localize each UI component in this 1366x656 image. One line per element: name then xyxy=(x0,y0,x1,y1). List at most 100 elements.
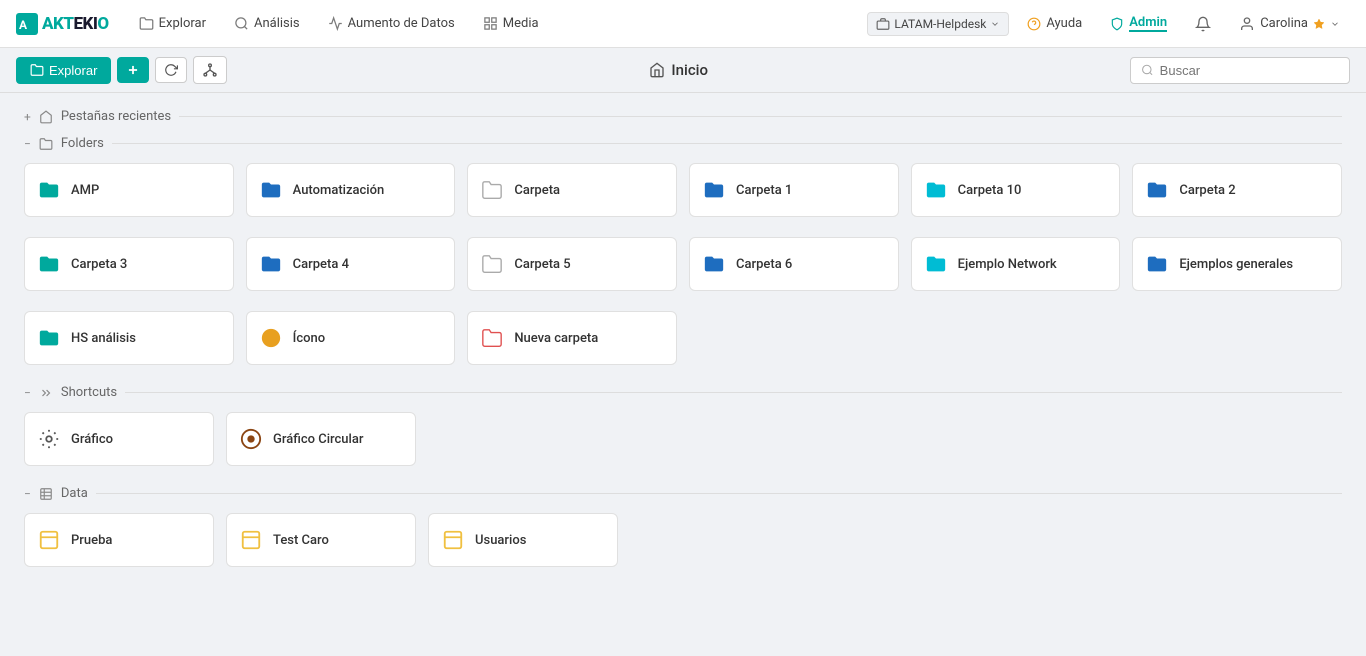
explorar-bar: Explorar Inicio xyxy=(0,48,1366,93)
data-usuarios[interactable]: Usuarios xyxy=(428,513,618,567)
folder-carpeta3[interactable]: Carpeta 3 xyxy=(24,237,234,291)
data-toggle[interactable]: − xyxy=(24,487,31,501)
logo-text: AKTEKIO xyxy=(42,14,109,34)
folder-carpeta6[interactable]: Carpeta 6 xyxy=(689,237,899,291)
folder-carpeta5[interactable]: Carpeta 5 xyxy=(467,237,677,291)
help-icon xyxy=(1027,17,1041,31)
shortcut-grafico-circular-icon xyxy=(239,427,263,451)
folder-amp[interactable]: AMP xyxy=(24,163,234,217)
nav-analisis-label: Análisis xyxy=(254,16,300,31)
folder-carpeta3-label: Carpeta 3 xyxy=(71,257,127,272)
data-row: Prueba Test Caro Usuarios xyxy=(24,513,1342,567)
data-icon xyxy=(39,487,53,501)
folder-nueva-carpeta[interactable]: Nueva carpeta xyxy=(467,311,677,365)
folder-carpeta3-icon xyxy=(37,252,61,276)
folder-carpeta2[interactable]: Carpeta 2 xyxy=(1132,163,1342,217)
ayuda-badge[interactable]: Ayuda xyxy=(1017,11,1092,36)
data-prueba-icon xyxy=(37,528,61,552)
folder-hs-analisis[interactable]: HS análisis xyxy=(24,311,234,365)
recent-tabs-toggle[interactable]: + xyxy=(24,110,31,124)
latam-helpdesk-badge[interactable]: LATAM-Helpdesk xyxy=(867,12,1009,36)
nav-media-label: Media xyxy=(503,16,539,31)
data-test-caro[interactable]: Test Caro xyxy=(226,513,416,567)
folders-row-2: Carpeta 3 Carpeta 4 Carpeta 5 Carpeta 6 … xyxy=(24,237,1342,291)
folder-icono-label: Ícono xyxy=(293,331,325,346)
refresh-icon xyxy=(164,63,178,77)
folder-carpeta1[interactable]: Carpeta 1 xyxy=(689,163,899,217)
folder-carpeta4[interactable]: Carpeta 4 xyxy=(246,237,456,291)
folder-carpeta10-icon xyxy=(924,178,948,202)
folder-nueva-carpeta-label: Nueva carpeta xyxy=(514,331,598,346)
user-name: Carolina xyxy=(1260,16,1308,31)
explorar-button[interactable]: Explorar xyxy=(16,57,111,84)
data-label: Data xyxy=(61,486,88,501)
folder-section-icon xyxy=(39,137,53,151)
user-icon xyxy=(1239,16,1255,32)
folder-ejemplos-generales-label: Ejemplos generales xyxy=(1179,257,1293,272)
shortcut-grafico-label: Gráfico xyxy=(71,432,113,447)
shortcut-grafico-circular[interactable]: Gráfico Circular xyxy=(226,412,416,466)
folders-label: Folders xyxy=(61,136,104,151)
search-input[interactable] xyxy=(1160,63,1339,78)
folder-carpeta2-label: Carpeta 2 xyxy=(1179,183,1235,198)
admin-label: Admin xyxy=(1129,15,1167,32)
recent-tabs-label: Pestañas recientes xyxy=(61,109,171,124)
data-usuarios-label: Usuarios xyxy=(475,533,526,548)
logo: A AKTEKIO xyxy=(16,13,109,35)
shortcuts-section-header: − Shortcuts xyxy=(24,385,1342,400)
shortcuts-row: Gráfico Gráfico Circular xyxy=(24,412,1342,466)
folder-ejemplos-generales[interactable]: Ejemplos generales xyxy=(1132,237,1342,291)
data-section-header: − Data xyxy=(24,486,1342,501)
shortcut-grafico[interactable]: Gráfico xyxy=(24,412,214,466)
data-prueba[interactable]: Prueba xyxy=(24,513,214,567)
nav-aumento-datos[interactable]: Aumento de Datos xyxy=(318,10,465,37)
folder-carpeta[interactable]: Carpeta xyxy=(467,163,677,217)
folder-icono[interactable]: Ícono xyxy=(246,311,456,365)
folder-automatizacion-label: Automatización xyxy=(293,183,385,198)
divider xyxy=(179,116,1342,117)
divider xyxy=(96,493,1342,494)
shortcut-grafico-circular-label: Gráfico Circular xyxy=(273,432,363,447)
plus-icon xyxy=(126,63,140,77)
folder-automatizacion-icon xyxy=(259,178,283,202)
folder-carpeta10[interactable]: Carpeta 10 xyxy=(911,163,1121,217)
folders-row-1: AMP Automatización Carpeta Carpeta 1 Car… xyxy=(24,163,1342,217)
data-test-caro-label: Test Caro xyxy=(273,533,329,548)
nav-media[interactable]: Media xyxy=(473,10,549,37)
chart-nav-icon xyxy=(328,16,343,31)
folder-carpeta4-icon xyxy=(259,252,283,276)
nav-analisis[interactable]: Análisis xyxy=(224,10,310,37)
top-navigation: A AKTEKIO Explorar Análisis Aumento de D… xyxy=(0,0,1366,48)
user-profile[interactable]: Carolina xyxy=(1229,11,1350,37)
page-title: Inicio xyxy=(227,61,1130,79)
explorar-btn-label: Explorar xyxy=(49,63,97,78)
shortcuts-toggle[interactable]: − xyxy=(24,386,31,400)
folder-amp-icon xyxy=(37,178,61,202)
notifications-bell[interactable] xyxy=(1185,11,1221,37)
divider xyxy=(125,392,1342,393)
hierarchy-button[interactable] xyxy=(193,56,227,84)
crown-icon xyxy=(1313,18,1325,30)
folders-toggle[interactable]: − xyxy=(24,137,31,151)
folder-carpeta4-label: Carpeta 4 xyxy=(293,257,349,272)
add-button[interactable] xyxy=(117,57,149,83)
folder-icono-icon xyxy=(259,326,283,350)
folder-nav-icon xyxy=(139,16,154,31)
data-usuarios-icon xyxy=(441,528,465,552)
grid-nav-icon xyxy=(483,16,498,31)
nav-explorar[interactable]: Explorar xyxy=(129,10,216,37)
latam-label: LATAM-Helpdesk xyxy=(894,17,986,31)
chevron-down-icon xyxy=(990,19,1000,29)
divider xyxy=(112,143,1342,144)
folder-automatizacion[interactable]: Automatización xyxy=(246,163,456,217)
folder-ejemplo-network[interactable]: Ejemplo Network xyxy=(911,237,1121,291)
hierarchy-icon xyxy=(202,62,218,78)
search-box[interactable] xyxy=(1130,57,1350,84)
explorer-folder-icon xyxy=(30,63,44,77)
folder-amp-label: AMP xyxy=(71,183,99,198)
search-nav-icon xyxy=(234,16,249,31)
refresh-button[interactable] xyxy=(155,57,187,83)
admin-badge[interactable]: Admin xyxy=(1100,10,1177,37)
folder-carpeta10-label: Carpeta 10 xyxy=(958,183,1022,198)
folder-carpeta5-label: Carpeta 5 xyxy=(514,257,570,272)
